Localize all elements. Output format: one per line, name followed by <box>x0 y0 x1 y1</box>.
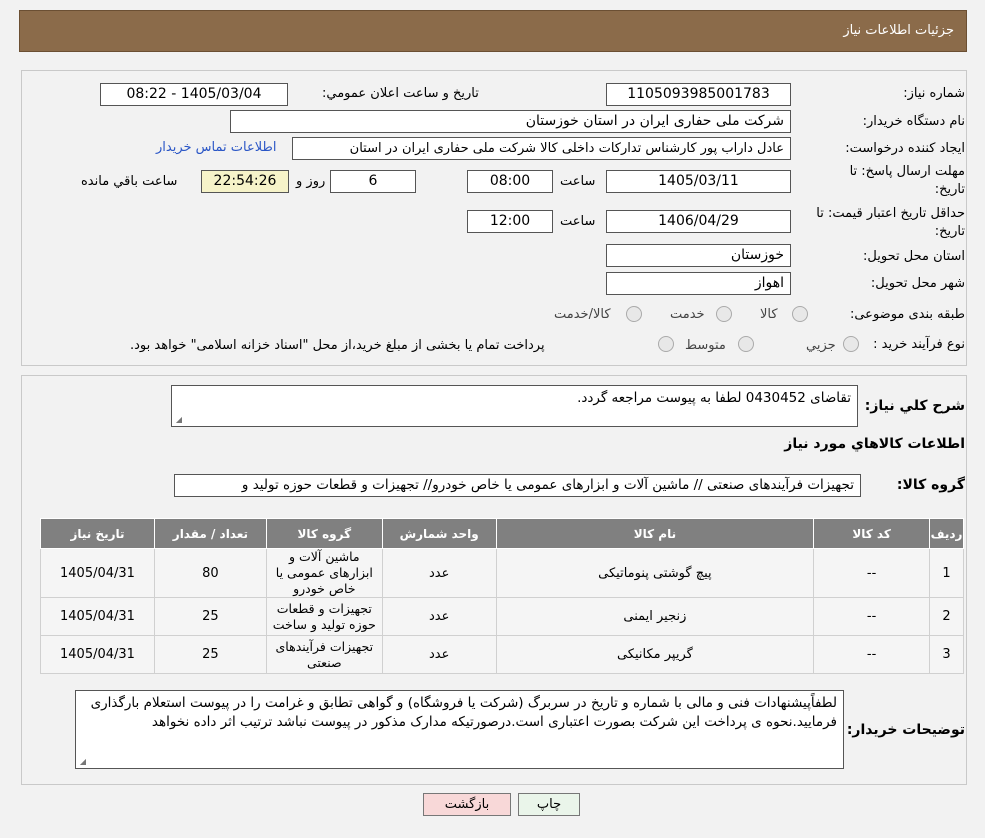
need-number-field: 1105093985001783 <box>606 83 791 106</box>
category-option-goods: کالا <box>760 307 778 322</box>
process-option-medium: متوسط <box>685 338 726 353</box>
cell-idx: 1 <box>929 548 964 598</box>
process-radio-treasury[interactable] <box>658 336 674 352</box>
summary-text: تقاضای 0430452 لطفا به پیوست مراجعه گردد… <box>577 390 851 406</box>
remaining-time-field: 22:54:26 <box>201 170 289 193</box>
cell-name: زنجیر ایمنی <box>495 597 815 636</box>
category-radio-service[interactable] <box>716 306 732 322</box>
col-header-group: گروه كالا <box>265 518 383 549</box>
validity-label-2: تاريخ: <box>934 224 965 239</box>
cell-code: -- <box>813 597 931 636</box>
deadline-time-word: ساعت <box>560 174 596 189</box>
cell-unit: عدد <box>381 635 497 674</box>
city-label: شهر محل تحويل: <box>870 276 965 291</box>
cell-code: -- <box>813 635 931 674</box>
process-label: نوع فرآيند خريد : <box>873 337 965 352</box>
goods-info-title: اطلاعات كالاهاي مورد نياز <box>784 436 965 452</box>
buyer-notes-label: توضيحات خريدار: <box>846 722 965 738</box>
table-row: 2 -- زنجیر ایمنی عدد تجهیزات و قطعات حوز… <box>40 597 964 636</box>
validity-label: حداقل تاريخ اعتبار قيمت: تا <box>816 206 965 221</box>
buyer-contact-link[interactable]: اطلاعات تماس خريدار <box>156 140 276 155</box>
cell-date: 1405/04/31 <box>40 548 155 598</box>
creator-field: عادل داراب پور کارشناس تدارکات داخلی کال… <box>292 137 791 160</box>
cell-idx: 2 <box>929 597 964 636</box>
cell-unit: عدد <box>381 548 497 598</box>
validity-time-word: ساعت <box>560 214 596 229</box>
col-header-code: كد كالا <box>813 518 931 549</box>
cell-idx: 3 <box>929 635 964 674</box>
cell-qty: 80 <box>153 548 267 598</box>
page-title: جزئیات اطلاعات نیاز <box>843 23 954 38</box>
validity-date-field: 1406/04/29 <box>606 210 791 233</box>
page-header: جزئیات اطلاعات نیاز <box>19 10 967 52</box>
goods-table: رديف كد كالا نام كالا واحد شمارش گروه كا… <box>40 518 964 674</box>
process-radio-minor[interactable] <box>843 336 859 352</box>
print-button[interactable]: چاپ <box>518 793 580 816</box>
goods-group-label: گروه کالا: <box>896 477 965 493</box>
cell-group: تجهیزات فرآیندهای صنعتی <box>265 635 383 674</box>
announce-field: 1405/03/04 - 08:22 <box>100 83 288 106</box>
need-number-label: شماره نیاز: <box>903 86 965 101</box>
summary-label: شرح كلي نياز: <box>864 398 965 414</box>
cell-date: 1405/04/31 <box>40 635 155 674</box>
back-button[interactable]: بازگشت <box>423 793 511 816</box>
col-header-date: تاريخ نياز <box>40 518 155 549</box>
col-header-name: نام كالا <box>495 518 815 549</box>
buyer-org-label: نام دستگاه خريدار: <box>862 114 965 129</box>
city-field: اهواز <box>606 272 791 295</box>
summary-textarea[interactable]: تقاضای 0430452 لطفا به پیوست مراجعه گردد… <box>171 385 858 427</box>
validity-time-field: 12:00 <box>467 210 553 233</box>
buyer-notes-textarea[interactable]: لطفاًپیشنهادات فنی و مالی با شماره و تار… <box>75 690 844 769</box>
deadline-label: مهلت ارسال پاسخ: تا <box>849 164 965 179</box>
remaining-word: ساعت باقي مانده <box>81 174 178 189</box>
cell-qty: 25 <box>153 597 267 636</box>
goods-group-field: تجهیزات فرآیندهای صنعتی // ماشین آلات و … <box>174 474 861 497</box>
process-option-minor: جزيي <box>806 338 836 353</box>
category-radio-goods[interactable] <box>792 306 808 322</box>
days-field: 6 <box>330 170 416 193</box>
buyer-notes-text: لطفاًپیشنهادات فنی و مالی با شماره و تار… <box>90 695 837 730</box>
category-radio-goods-service[interactable] <box>626 306 642 322</box>
process-radio-medium[interactable] <box>738 336 754 352</box>
cell-group: ماشین آلات و ابزارهای عمومی یا خاص خودرو <box>265 548 383 598</box>
category-option-service: خدمت <box>670 307 705 322</box>
cell-name: گریپر مکانیکی <box>495 635 815 674</box>
deadline-label-2: تاريخ: <box>934 182 965 197</box>
resize-grip-icon[interactable]: ◢ <box>78 758 86 766</box>
days-word: روز و <box>296 174 326 189</box>
col-header-unit: واحد شمارش <box>381 518 497 549</box>
creator-label: ايجاد كننده درخواست: <box>845 141 965 156</box>
cell-name: پیچ گوشتی پنوماتیکی <box>495 548 815 598</box>
cell-unit: عدد <box>381 597 497 636</box>
cell-code: -- <box>813 548 931 598</box>
resize-grip-icon[interactable]: ◢ <box>174 416 182 424</box>
cell-group: تجهیزات و قطعات حوزه تولید و ساخت <box>265 597 383 636</box>
buyer-org-field: شرکت ملی حفاری ایران در استان خوزستان <box>230 110 791 133</box>
deadline-time-field: 08:00 <box>467 170 553 193</box>
table-row: 1 -- پیچ گوشتی پنوماتیکی عدد ماشین آلات … <box>40 548 964 598</box>
cell-qty: 25 <box>153 635 267 674</box>
category-label: طبقه بندی موضوعی: <box>849 307 965 322</box>
col-header-qty: تعداد / مقدار <box>153 518 267 549</box>
col-header-idx: رديف <box>929 518 964 549</box>
cell-date: 1405/04/31 <box>40 597 155 636</box>
category-option-goods-service: کالا/خدمت <box>554 307 611 322</box>
deadline-date-field: 1405/03/11 <box>606 170 791 193</box>
table-header-row: رديف كد كالا نام كالا واحد شمارش گروه كا… <box>40 518 964 549</box>
province-label: استان محل تحويل: <box>863 249 965 264</box>
table-row: 3 -- گریپر مکانیکی عدد تجهیزات فرآیندهای… <box>40 635 964 674</box>
province-field: خوزستان <box>606 244 791 267</box>
announce-label: تاريخ و ساعت اعلان عمومي: <box>322 86 479 101</box>
process-note: پرداخت تمام یا بخشی از مبلغ خرید،از محل … <box>130 338 545 353</box>
